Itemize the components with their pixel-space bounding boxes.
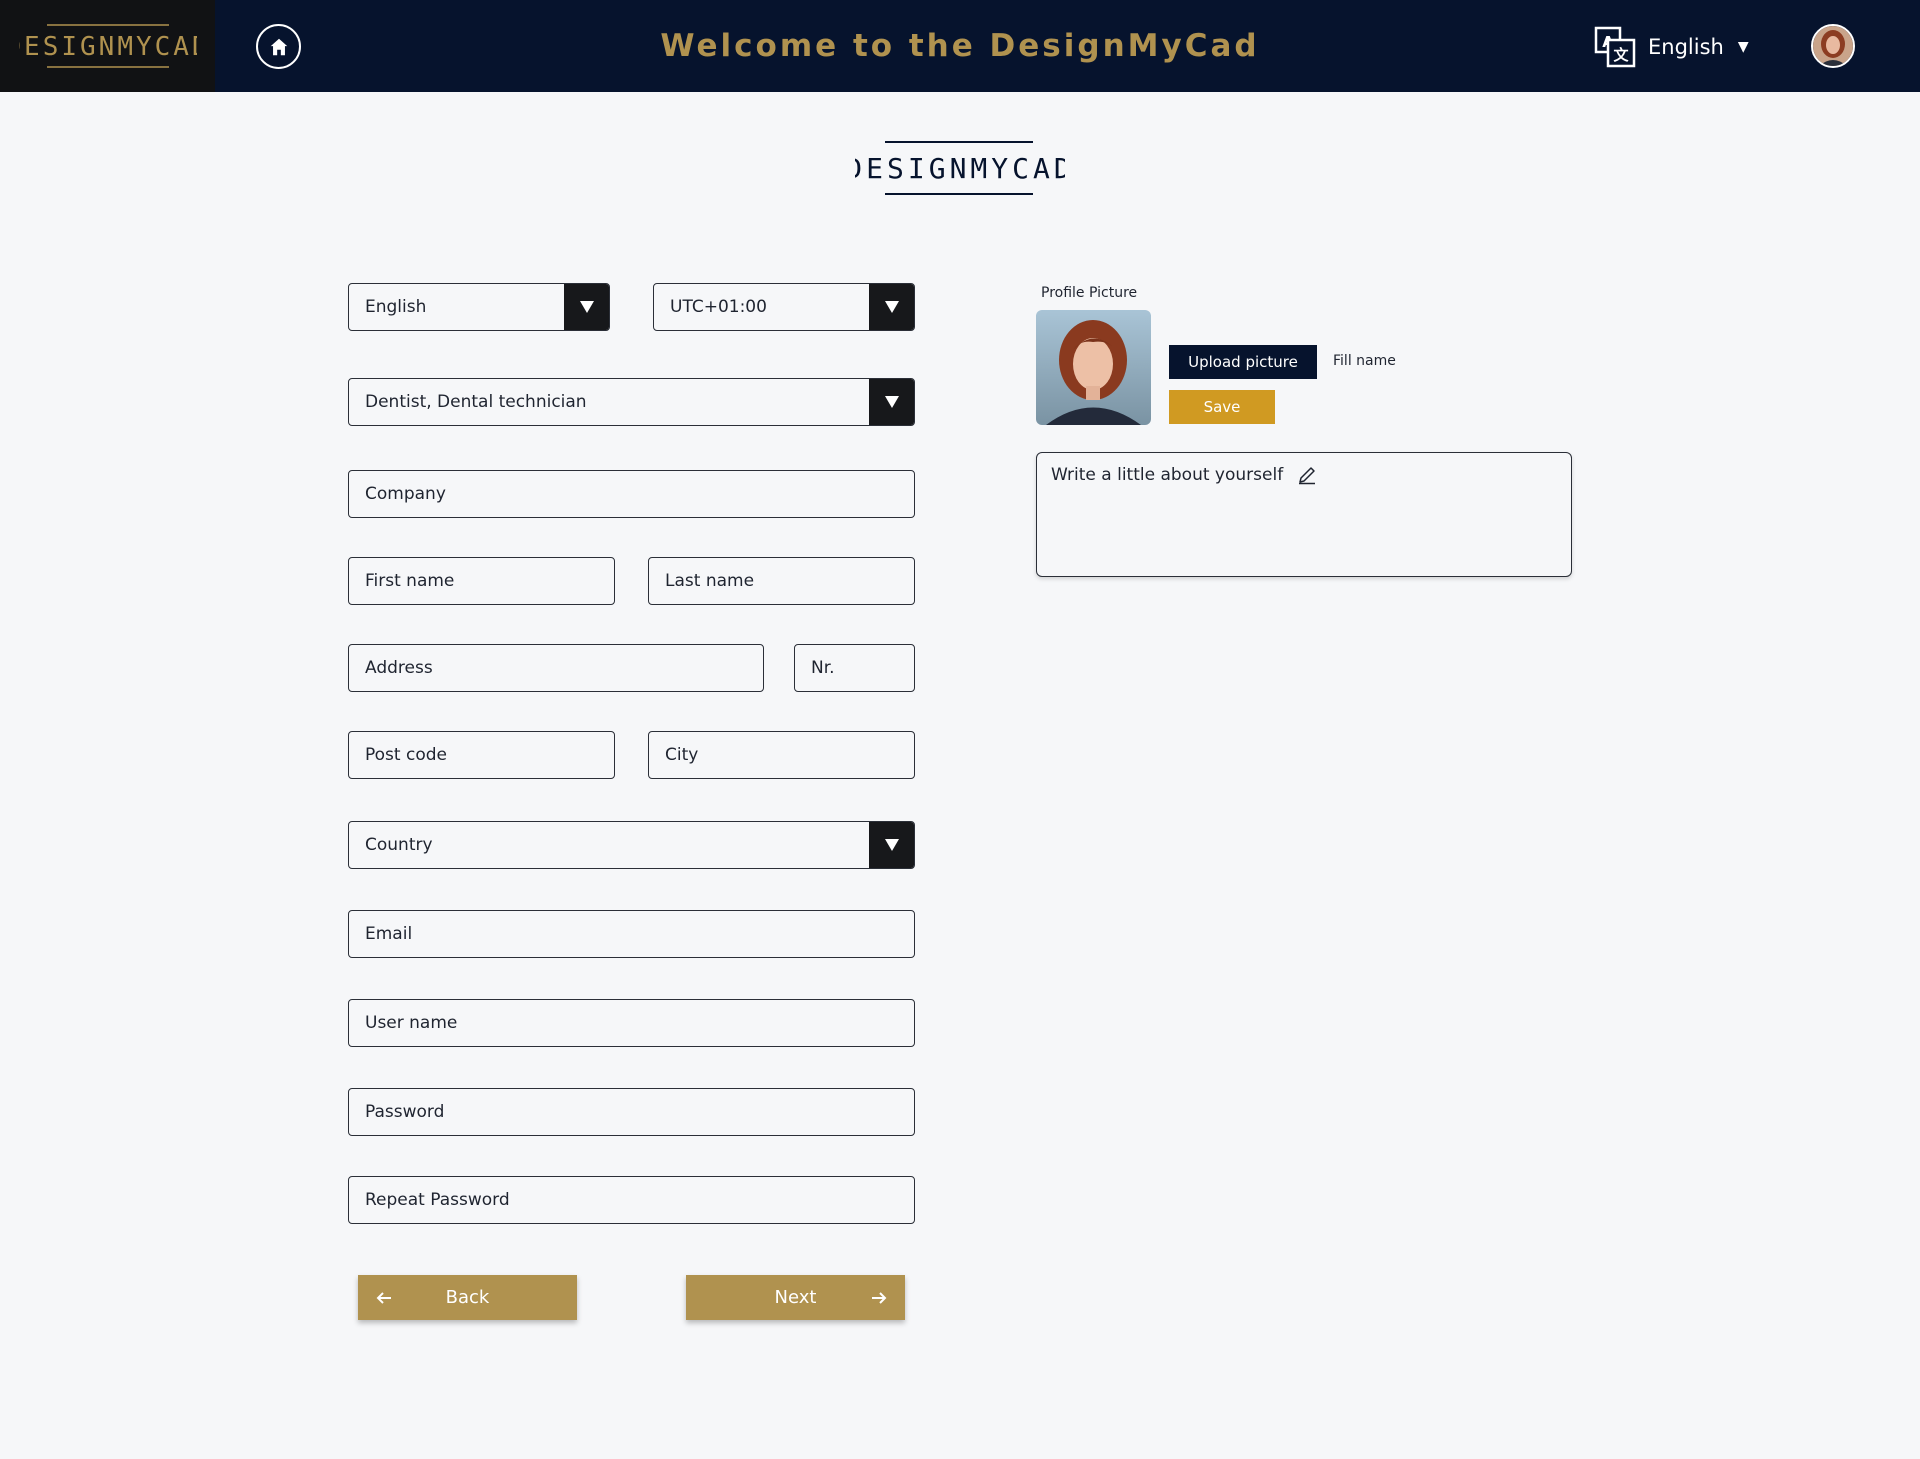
language-select[interactable]: English	[348, 283, 610, 331]
save-button[interactable]: Save	[1169, 390, 1275, 424]
profile-photo	[1036, 310, 1151, 425]
dropdown-toggle[interactable]	[869, 822, 914, 868]
first-name-placeholder: First name	[365, 571, 455, 591]
username-field[interactable]: User name	[348, 999, 915, 1047]
home-icon	[270, 38, 287, 55]
header-logo[interactable]: DESIGNMYCAD	[0, 0, 215, 92]
address-field[interactable]: Address	[348, 644, 764, 692]
about-placeholder: Write a little about yourself	[1051, 465, 1284, 485]
house-number-placeholder: Nr.	[811, 658, 835, 678]
timezone-select-value: UTC+01:00	[670, 297, 767, 317]
language-label: English	[1648, 35, 1724, 59]
pencil-icon	[1299, 467, 1316, 485]
top-bar: DESIGNMYCAD Welcome to the DesignMyCad A…	[0, 0, 1920, 92]
address-placeholder: Address	[365, 658, 433, 678]
password-field[interactable]: Password	[348, 1088, 915, 1136]
city-field[interactable]: City	[648, 731, 915, 779]
caret-down-icon	[580, 300, 594, 313]
language-switcher[interactable]: A 文 English ▼	[1594, 26, 1749, 68]
email-field[interactable]: Email	[348, 910, 915, 958]
timezone-select[interactable]: UTC+01:00	[653, 283, 915, 331]
file-name-text: Fill name	[1333, 353, 1396, 369]
caret-down-icon	[885, 395, 899, 408]
next-button[interactable]: Next	[686, 1275, 905, 1320]
arrow-right-icon	[871, 1275, 887, 1320]
company-field[interactable]: Company	[348, 470, 915, 518]
dropdown-toggle[interactable]	[869, 379, 914, 425]
brand-logo: DESIGNMYCAD	[845, 140, 1071, 196]
dropdown-toggle[interactable]	[564, 284, 609, 330]
arrow-left-icon	[376, 1275, 392, 1320]
chevron-down-icon: ▼	[1737, 39, 1749, 55]
brand-logo-text: DESIGNMYCAD	[855, 152, 1065, 185]
about-textarea[interactable]: Write a little about yourself	[1036, 452, 1572, 577]
back-button[interactable]: Back	[358, 1275, 577, 1320]
svg-text:文: 文	[1613, 46, 1629, 64]
username-placeholder: User name	[365, 1013, 458, 1033]
caret-down-icon	[885, 300, 899, 313]
repeat-password-placeholder: Repeat Password	[365, 1190, 510, 1210]
profession-select[interactable]: Dentist, Dental technician	[348, 378, 915, 426]
dropdown-toggle[interactable]	[869, 284, 914, 330]
profile-picture-label: Profile Picture	[1041, 285, 1138, 301]
repeat-password-field[interactable]: Repeat Password	[348, 1176, 915, 1224]
country-select[interactable]: Country	[348, 821, 915, 869]
language-select-value: English	[365, 297, 427, 317]
designmycad-logo: DESIGNMYCAD	[19, 24, 197, 68]
password-placeholder: Password	[365, 1102, 445, 1122]
home-button[interactable]	[256, 24, 301, 69]
first-name-field[interactable]: First name	[348, 557, 615, 605]
user-avatar[interactable]	[1811, 24, 1855, 68]
country-select-value: Country	[365, 835, 433, 855]
caret-down-icon	[885, 838, 899, 851]
company-placeholder: Company	[365, 484, 446, 504]
post-code-placeholder: Post code	[365, 745, 447, 765]
upload-picture-button[interactable]: Upload picture	[1169, 345, 1317, 379]
profile-picture[interactable]	[1036, 310, 1151, 425]
back-button-label: Back	[445, 1287, 490, 1308]
email-placeholder: Email	[365, 924, 413, 944]
city-placeholder: City	[665, 745, 699, 765]
logo-text: DESIGNMYCAD	[19, 32, 197, 62]
avatar-image	[1813, 26, 1853, 66]
next-button-label: Next	[774, 1287, 817, 1308]
house-number-field[interactable]: Nr.	[794, 644, 915, 692]
last-name-placeholder: Last name	[665, 571, 755, 591]
translate-icon: A 文	[1594, 26, 1636, 68]
profession-select-value: Dentist, Dental technician	[365, 392, 587, 412]
last-name-field[interactable]: Last name	[648, 557, 915, 605]
post-code-field[interactable]: Post code	[348, 731, 615, 779]
designmycad-logo: DESIGNMYCAD	[845, 141, 1071, 195]
